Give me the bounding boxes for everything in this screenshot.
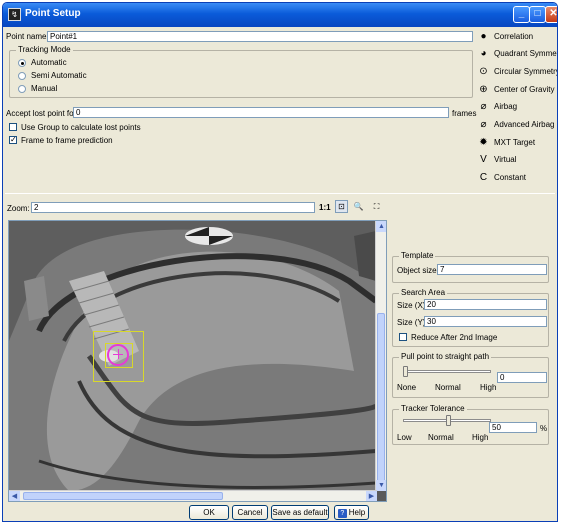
method-label[interactable]: Quadrant Symmetry [494, 49, 557, 58]
point-name-input[interactable] [47, 31, 473, 42]
ok-button[interactable]: OK [189, 505, 229, 520]
object-size-label: Object size [397, 266, 437, 275]
size-x-input[interactable] [424, 299, 547, 310]
window-title: Point Setup [25, 8, 81, 19]
scroll-up-icon[interactable]: ▲ [376, 221, 386, 232]
tolerance-tick-high: High [472, 433, 489, 442]
tolerance-input[interactable] [489, 422, 537, 433]
help-label: Help [348, 508, 366, 517]
pull-tick-normal: Normal [435, 383, 461, 392]
pull-tick-high: High [480, 383, 497, 392]
zoom-out-icon[interactable]: 🔍 [352, 200, 365, 213]
constant-icon[interactable]: C [477, 171, 490, 184]
crosshair-vertical [118, 349, 119, 359]
method-label[interactable]: Virtual [494, 155, 517, 164]
object-size-input[interactable] [437, 264, 547, 275]
scroll-right-icon[interactable]: ▶ [366, 491, 377, 501]
size-y-label: Size (Y) [397, 318, 426, 327]
scroll-down-icon[interactable]: ▼ [376, 480, 386, 491]
size-x-label: Size (X) [397, 301, 426, 310]
help-icon: ? [337, 509, 347, 518]
center-of-gravity-icon[interactable]: ⊕ [477, 83, 490, 96]
tolerance-tick-low: Low [397, 433, 412, 442]
help-button[interactable]: ? Help [334, 505, 369, 520]
template-legend: Template [399, 251, 436, 260]
track-image [9, 221, 376, 491]
frame-prediction-checkbox[interactable]: ✓ [9, 136, 17, 144]
advanced-airbag-icon[interactable]: ⌀ [477, 118, 490, 131]
airbag-icon[interactable]: ⌀ [477, 100, 490, 113]
radio-manual-label: Manual [31, 84, 58, 93]
method-label[interactable]: Advanced Airbag [494, 120, 555, 129]
vertical-scrollbar[interactable]: ▲ ▼ [375, 221, 386, 491]
zoom-fit-icon[interactable]: ⊡ [335, 200, 348, 213]
zoom-one-to-one-button[interactable]: 1:1 [319, 203, 331, 212]
accept-lost-label: Accept lost point for [6, 109, 77, 118]
size-y-input[interactable] [424, 316, 547, 327]
virtual-icon[interactable]: V [477, 153, 490, 166]
pull-point-track [403, 370, 491, 373]
tracker-tolerance-legend: Tracker Tolerance [399, 404, 467, 413]
save-default-button[interactable]: Save as default [271, 505, 329, 520]
cancel-button[interactable]: Cancel [232, 505, 268, 520]
accept-lost-input[interactable] [73, 107, 449, 118]
tracker-tolerance-group: Tracker Tolerance % Low Normal High [392, 404, 549, 445]
scroll-left-icon[interactable]: ◀ [9, 491, 20, 501]
point-name-label: Point name: [6, 32, 49, 41]
method-label[interactable]: Circular Symmetry [494, 67, 557, 76]
vertical-scroll-thumb[interactable] [377, 313, 385, 483]
method-label[interactable]: Center of Gravity [494, 85, 554, 94]
correlation-icon[interactable]: ● [477, 30, 490, 43]
use-group-checkbox[interactable] [9, 123, 17, 131]
title-bar[interactable]: ↯ Point Setup _ □ ✕ [3, 3, 557, 27]
radio-manual[interactable] [18, 85, 26, 93]
frame-prediction-label: Frame to frame prediction [21, 136, 113, 145]
radio-automatic[interactable] [18, 59, 26, 67]
radio-semi-automatic[interactable] [18, 72, 26, 80]
zoom-input[interactable] [31, 202, 315, 213]
pull-point-group: Pull point to straight path None Normal … [392, 352, 549, 398]
pull-point-slider[interactable] [403, 366, 408, 377]
radio-automatic-label: Automatic [31, 58, 67, 67]
search-area-legend: Search Area [399, 288, 448, 297]
accept-lost-unit: frames [452, 109, 477, 118]
minimize-button[interactable]: _ [513, 6, 530, 23]
horizontal-scrollbar[interactable]: ◀ ▶ [9, 490, 377, 501]
method-label[interactable]: Correlation [494, 32, 533, 41]
method-label[interactable]: Constant [494, 173, 526, 182]
pull-tick-none: None [397, 383, 417, 392]
method-label[interactable]: Airbag [494, 102, 517, 111]
zoom-extents-icon[interactable]: ⛶ [370, 200, 383, 213]
quadrant-symmetry-icon[interactable]: ◕ [477, 47, 490, 60]
point-setup-icon: ↯ [8, 8, 21, 21]
use-group-label: Use Group to calculate lost points [21, 123, 141, 132]
search-area-group: Search Area Size (X) Size (Y) Reduce Aft… [392, 288, 549, 347]
reduce-label: Reduce After 2nd Image [411, 333, 498, 342]
template-group: Template Object size [392, 251, 549, 283]
tolerance-tick-normal: Normal [428, 433, 454, 442]
divider [5, 193, 555, 194]
tracking-mode-legend: Tracking Mode [16, 45, 73, 54]
maximize-button[interactable]: □ [529, 6, 546, 23]
close-button[interactable]: ✕ [545, 6, 557, 23]
mxt-target-icon[interactable]: ✹ [477, 136, 490, 149]
point-setup-window: ↯ Point Setup _ □ ✕ Point name: Tracking… [2, 2, 558, 522]
radio-semi-automatic-label: Semi Automatic [31, 71, 87, 80]
zoom-label: Zoom: [7, 204, 30, 213]
horizontal-scroll-thumb[interactable] [23, 492, 223, 500]
tracking-mode-group: Tracking Mode Automatic Semi Automatic M… [9, 45, 473, 98]
pull-point-legend: Pull point to straight path [399, 352, 492, 361]
reduce-checkbox[interactable] [399, 333, 407, 341]
method-label[interactable]: MXT Target [494, 138, 535, 147]
image-viewer[interactable]: ▲ ▼ ◀ ▶ [8, 220, 387, 502]
tolerance-slider[interactable] [446, 415, 451, 426]
tolerance-unit: % [540, 424, 548, 433]
pull-point-input[interactable] [497, 372, 547, 383]
circular-symmetry-icon[interactable]: ⊙ [477, 65, 490, 78]
